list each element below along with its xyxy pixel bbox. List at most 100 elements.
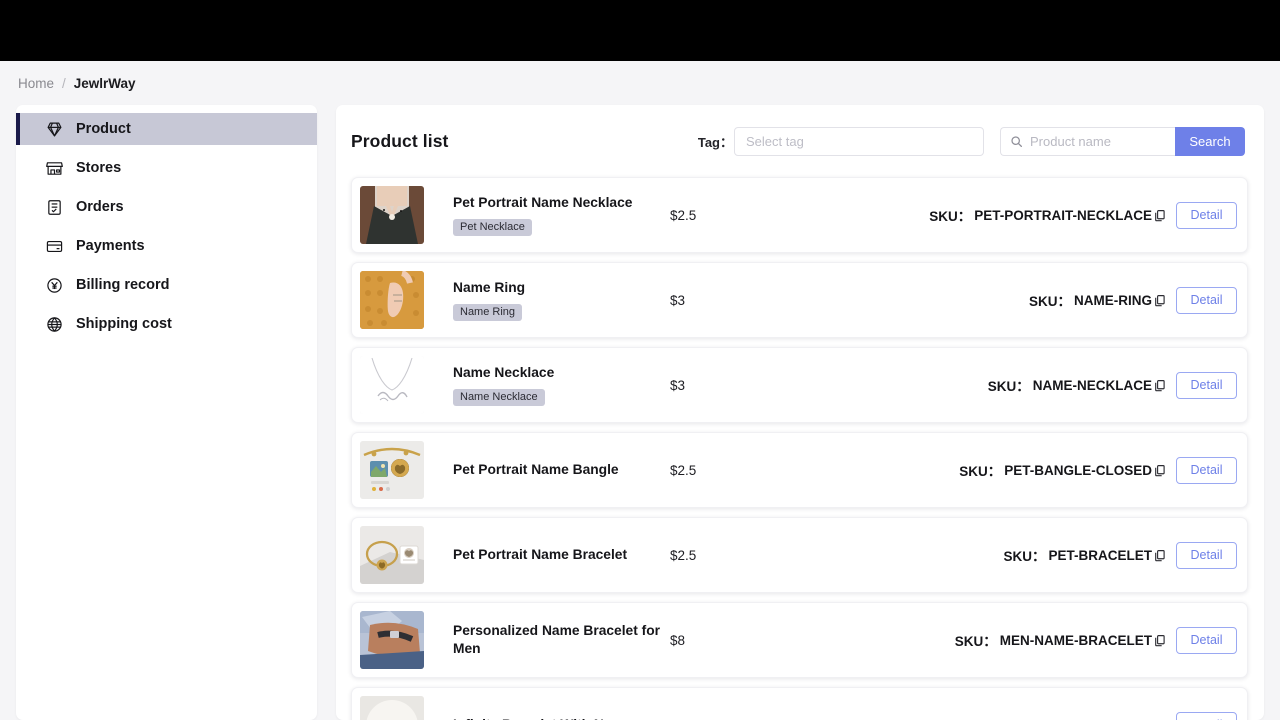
product-info: Pet Portrait Name Bracelet — [424, 546, 670, 564]
product-name: Name Necklace — [453, 364, 670, 382]
product-sku-cell: SKU： PET-BRACELET — [790, 545, 1176, 565]
sidebar-item-label: Shipping cost — [76, 316, 172, 332]
sku-value: NAME-NECKLACE — [1033, 378, 1152, 393]
product-row[interactable]: Pet Portrait Name Necklace Pet Necklace … — [351, 177, 1248, 253]
product-name: Name Ring — [453, 279, 670, 297]
sku-label: SKU： — [929, 205, 971, 225]
product-thumbnail — [360, 611, 424, 669]
copy-icon[interactable] — [1153, 294, 1166, 307]
detail-button[interactable]: Detail — [1176, 202, 1237, 229]
copy-icon[interactable] — [1153, 634, 1166, 647]
search-input[interactable]: Product name — [1000, 127, 1175, 156]
sidebar-item-billing-record[interactable]: Billing record — [16, 269, 317, 301]
sidebar-item-label: Payments — [76, 238, 145, 254]
tag-select[interactable]: Select tag — [734, 127, 984, 156]
sidebar-item-label: Product — [76, 121, 131, 137]
product-row[interactable]: Pet Portrait Name Bangle $2.5 SKU： PET-B… — [351, 432, 1248, 508]
sidebar-item-payments[interactable]: Payments — [16, 230, 317, 262]
product-price: $2.5 — [670, 548, 790, 563]
browser-chrome-bar — [0, 0, 1280, 61]
product-price: $2.5 — [670, 463, 790, 478]
search-input-placeholder: Product name — [1030, 134, 1111, 149]
product-tag: Name Necklace — [453, 389, 545, 406]
filter-toolbar: Tag： Select tag Product name Search — [698, 127, 1245, 156]
nav-spacer — [16, 262, 317, 269]
product-row[interactable]: Name Ring Name Ring $3 SKU： NAME-RING De… — [351, 262, 1248, 338]
sku-value: PET-BRACELET — [1048, 548, 1152, 563]
product-name: Pet Portrait Name Necklace — [453, 194, 670, 212]
product-search-group: Product name Search — [1000, 127, 1245, 156]
product-name: Personalized Name Bracelet for Men — [453, 622, 670, 658]
product-sku-cell: SKU： NAME-NECKLACE — [790, 375, 1176, 395]
product-price: $2.5 — [670, 208, 790, 223]
detail-button[interactable]: Detail — [1176, 627, 1237, 654]
search-icon — [1010, 135, 1023, 148]
orders-icon — [46, 199, 63, 216]
store-icon — [46, 160, 63, 177]
sidebar-item-stores[interactable]: Stores — [16, 152, 317, 184]
sku-value: PET-PORTRAIT-NECKLACE — [974, 208, 1152, 223]
nav-spacer — [16, 301, 317, 308]
sku-value: NAME-RING — [1074, 293, 1152, 308]
copy-icon[interactable] — [1153, 464, 1166, 477]
product-name: Pet Portrait Name Bracelet — [453, 546, 670, 564]
globe-icon — [46, 316, 63, 333]
product-row[interactable]: Name Necklace Name Necklace $3 SKU： NAME… — [351, 347, 1248, 423]
detail-button[interactable]: Detail — [1176, 457, 1237, 484]
product-info: Pet Portrait Name Necklace Pet Necklace — [424, 194, 670, 236]
product-thumbnail — [360, 696, 424, 720]
main-header: Product list Tag： Select tag Product nam… — [336, 105, 1264, 177]
sku-label: SKU： — [989, 715, 1031, 720]
product-sku-cell: SKU： PET-PORTRAIT-NECKLACE — [790, 205, 1176, 225]
breadcrumb-current: JewlrWay — [74, 76, 136, 91]
product-name: Pet Portrait Name Bangle — [453, 461, 670, 479]
product-row[interactable]: Infinity Bracelet With Names SKU： NAME-B… — [351, 687, 1248, 720]
nav-spacer — [16, 145, 317, 152]
product-row[interactable]: Pet Portrait Name Bracelet $2.5 SKU： PET… — [351, 517, 1248, 593]
gem-icon — [46, 121, 63, 138]
sidebar-item-shipping-cost[interactable]: Shipping cost — [16, 308, 317, 340]
sku-value: MEN-NAME-BRACELET — [1000, 633, 1152, 648]
product-tag: Pet Necklace — [453, 219, 532, 236]
nav-spacer — [16, 184, 317, 191]
copy-icon[interactable] — [1153, 209, 1166, 222]
sidebar-item-label: Orders — [76, 199, 124, 215]
detail-button[interactable]: Detail — [1176, 287, 1237, 314]
credit-card-icon — [46, 238, 63, 255]
sku-label: SKU： — [955, 630, 997, 650]
copy-icon[interactable] — [1153, 549, 1166, 562]
sidebar-item-label: Billing record — [76, 277, 169, 293]
product-info: Name Ring Name Ring — [424, 279, 670, 321]
tag-filter-label: Tag： — [698, 132, 733, 151]
detail-button[interactable]: Detail — [1176, 372, 1237, 399]
sku-label: SKU： — [959, 460, 1001, 480]
yen-circle-icon — [46, 277, 63, 294]
sku-label: SKU： — [988, 375, 1030, 395]
copy-icon[interactable] — [1153, 379, 1166, 392]
nav-spacer — [16, 223, 317, 230]
sidebar-item-product[interactable]: Product — [16, 113, 317, 145]
sku-label: SKU： — [1029, 290, 1071, 310]
sidebar: Product Stores Orders — [16, 105, 317, 720]
product-thumbnail — [360, 441, 424, 499]
breadcrumb-separator: / — [62, 76, 66, 91]
detail-button[interactable]: Detail — [1176, 542, 1237, 569]
search-button[interactable]: Search — [1175, 127, 1245, 156]
sidebar-item-orders[interactable]: Orders — [16, 191, 317, 223]
product-price: $3 — [670, 293, 790, 308]
product-thumbnail — [360, 271, 424, 329]
product-info: Name Necklace Name Necklace — [424, 364, 670, 406]
product-row[interactable]: Personalized Name Bracelet for Men $8 SK… — [351, 602, 1248, 678]
product-info: Pet Portrait Name Bangle — [424, 461, 670, 479]
breadcrumb-home[interactable]: Home — [18, 76, 54, 91]
product-sku-cell: SKU： PET-BANGLE-CLOSED — [790, 460, 1176, 480]
product-name: Infinity Bracelet With Names — [453, 716, 670, 720]
product-thumbnail — [360, 526, 424, 584]
sidebar-item-label: Stores — [76, 160, 121, 176]
product-info: Personalized Name Bracelet for Men — [424, 622, 670, 658]
page-title: Product list — [351, 131, 448, 152]
detail-button[interactable]: Detail — [1176, 712, 1237, 720]
main-panel: Product list Tag： Select tag Product nam… — [336, 105, 1264, 720]
product-sku-cell: SKU： MEN-NAME-BRACELET — [790, 630, 1176, 650]
product-thumbnail — [360, 356, 424, 414]
